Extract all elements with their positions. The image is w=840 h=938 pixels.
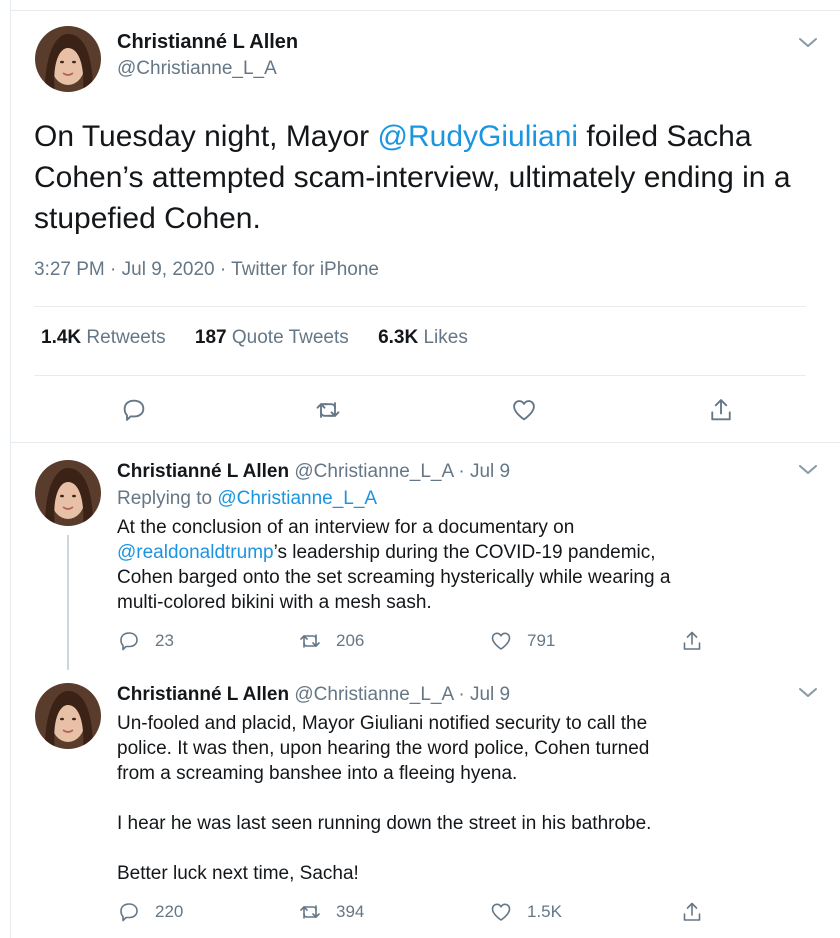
- retweet-icon[interactable]: [314, 396, 342, 424]
- avatar[interactable]: [35, 26, 101, 92]
- author-handle[interactable]: @Christianne_L_A: [117, 58, 277, 80]
- tweet-text: On Tuesday night, Mayor @RudyGiuliani fo…: [34, 120, 791, 235]
- chevron-down-icon[interactable]: [797, 686, 819, 700]
- like-icon: [491, 632, 511, 650]
- replying-to-line: Replying to @Christianne_L_A: [117, 488, 378, 509]
- like-count: 791: [527, 631, 556, 650]
- reply-count: 23: [155, 631, 174, 650]
- reply-action[interactable]: 220: [117, 900, 183, 924]
- author-name[interactable]: Christianné L Allen: [117, 461, 289, 482]
- like-action[interactable]: 1.5K: [489, 900, 562, 924]
- retweet-action[interactable]: 206: [298, 629, 364, 653]
- reply-icon: [120, 903, 138, 922]
- quote-tweets-stat[interactable]: 187 Quote Tweets: [195, 327, 349, 349]
- likes-stat[interactable]: 6.3K Likes: [378, 327, 468, 349]
- top-divider: [10, 10, 840, 11]
- share-action[interactable]: [680, 900, 718, 924]
- reply-action[interactable]: 23: [117, 629, 174, 653]
- like-icon: [491, 903, 511, 921]
- share-icon: [683, 902, 701, 921]
- reply-count: 220: [155, 902, 184, 921]
- author-name[interactable]: Christianné L Allen: [117, 31, 298, 54]
- mention-link[interactable]: @RudyGiuliani: [378, 120, 579, 153]
- tweet-stats: 1.4K Retweets 187 Quote Tweets 6.3K Like…: [41, 327, 492, 349]
- retweet-action[interactable]: 394: [298, 900, 364, 924]
- retweet-icon: [300, 905, 320, 919]
- chevron-down-icon[interactable]: [797, 463, 819, 477]
- main-tweet-bottom-divider: [10, 442, 840, 443]
- author-handle-date[interactable]: @Christianne_L_A · Jul 9: [294, 684, 510, 705]
- share-icon: [683, 631, 701, 650]
- tweet-timestamp[interactable]: 3:27 PM · Jul 9, 2020 · Twitter for iPho…: [34, 259, 379, 281]
- chevron-down-icon[interactable]: [797, 36, 819, 50]
- replying-to-link[interactable]: @Christianne_L_A: [217, 488, 377, 509]
- retweet-icon: [300, 634, 320, 648]
- author-handle-date[interactable]: @Christianne_L_A · Jul 9: [294, 461, 510, 482]
- reply-text: Un-fooled and placid, Mayor Giuliani not…: [117, 713, 652, 884]
- reply-author-line[interactable]: Christianné L Allen @Christianne_L_A · J…: [117, 461, 510, 483]
- share-action[interactable]: [680, 629, 718, 653]
- actions-top-divider: [34, 375, 806, 376]
- retweet-count: 394: [336, 902, 365, 921]
- thread-connector-line: [67, 535, 69, 670]
- like-count: 1.5K: [527, 902, 562, 921]
- author-name[interactable]: Christianné L Allen: [117, 684, 289, 705]
- stats-top-divider: [34, 306, 806, 307]
- reply-icon[interactable]: [120, 396, 148, 424]
- reply-text: At the conclusion of an interview for a …: [117, 517, 671, 613]
- reply-icon: [120, 632, 138, 651]
- mention-link[interactable]: @realdonaldtrump: [117, 542, 274, 563]
- avatar[interactable]: [35, 683, 101, 749]
- avatar[interactable]: [35, 460, 101, 526]
- reply-author-line[interactable]: Christianné L Allen @Christianne_L_A · J…: [117, 684, 510, 706]
- share-icon[interactable]: [707, 396, 735, 424]
- like-icon[interactable]: [510, 396, 538, 424]
- retweets-stat[interactable]: 1.4K Retweets: [41, 327, 166, 349]
- like-action[interactable]: 791: [489, 629, 555, 653]
- retweet-count: 206: [336, 631, 365, 650]
